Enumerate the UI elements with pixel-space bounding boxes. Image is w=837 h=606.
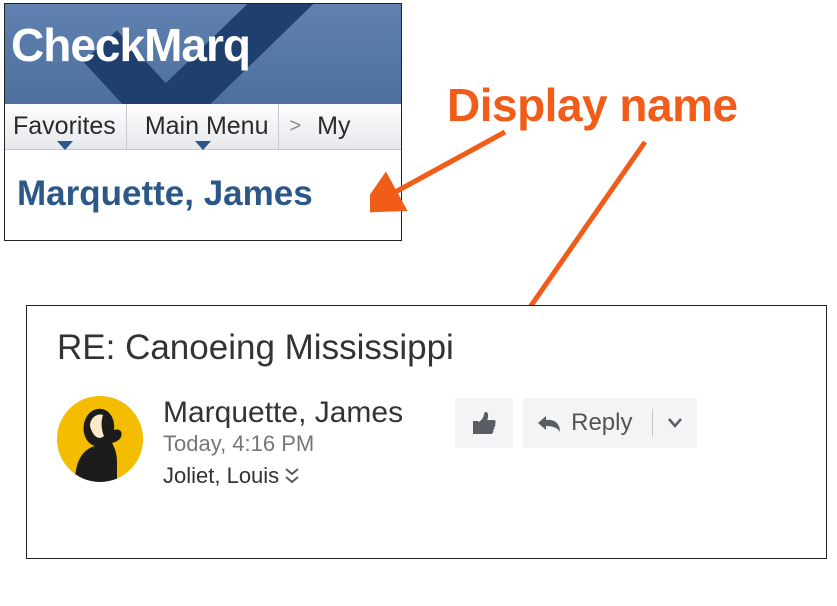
app-title: CheckMarq xyxy=(11,18,250,72)
email-panel: RE: Canoeing Mississippi Marquette, Jame… xyxy=(26,305,827,559)
checkmarq-panel: CheckMarq Favorites Main Menu > My Marqu… xyxy=(4,3,402,241)
chevron-down-icon[interactable] xyxy=(667,417,683,429)
menu-my[interactable]: My xyxy=(311,104,360,149)
email-recipient[interactable]: Joliet, Louis xyxy=(163,463,403,489)
like-button[interactable] xyxy=(455,398,513,448)
email-actions: Reply xyxy=(455,398,697,448)
avatar xyxy=(57,396,143,482)
menu-main-menu[interactable]: Main Menu xyxy=(127,104,280,149)
expand-recipients-icon xyxy=(285,468,299,484)
email-meta: Marquette, James Today, 4:16 PM Joliet, … xyxy=(163,396,403,489)
reply-button-label: Reply xyxy=(571,409,632,437)
checkmarq-display-name: Marquette, James xyxy=(5,150,401,214)
dropdown-caret-icon xyxy=(195,141,211,151)
checkmarq-header: CheckMarq xyxy=(5,4,401,104)
email-recipient-name: Joliet, Louis xyxy=(163,463,279,489)
button-divider xyxy=(652,409,653,437)
reply-arrow-icon xyxy=(537,413,561,433)
reply-button[interactable]: Reply xyxy=(523,398,697,448)
menubar: Favorites Main Menu > My xyxy=(5,104,401,150)
menu-main-menu-label: Main Menu xyxy=(145,112,269,141)
email-timestamp: Today, 4:16 PM xyxy=(163,431,403,457)
annotation-label: Display name xyxy=(447,78,738,132)
thumbs-up-icon xyxy=(471,411,497,435)
menu-favorites[interactable]: Favorites xyxy=(5,104,127,149)
email-subject: RE: Canoeing Mississippi xyxy=(57,328,802,368)
email-header-row: Marquette, James Today, 4:16 PM Joliet, … xyxy=(57,396,802,489)
email-sender: Marquette, James xyxy=(163,396,403,429)
menu-favorites-label: Favorites xyxy=(13,112,116,141)
breadcrumb-separator-icon: > xyxy=(279,115,311,138)
dropdown-caret-icon xyxy=(57,141,73,151)
menu-my-label: My xyxy=(317,112,350,141)
avatar-portrait-icon xyxy=(57,396,143,482)
